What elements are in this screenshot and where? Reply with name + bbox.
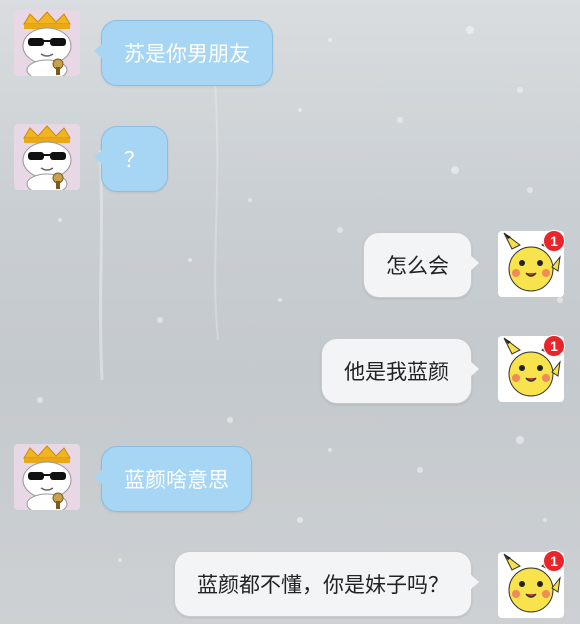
message-text: ？ xyxy=(124,148,145,172)
message-row: 苏是你男朋友 xyxy=(0,0,580,90)
contact-avatar[interactable] xyxy=(14,444,80,510)
unread-badge: 1 xyxy=(543,230,565,252)
message-text: 蓝颜啥意思 xyxy=(124,468,229,492)
message-text: 他是我蓝颜 xyxy=(344,360,449,384)
message-row: ？ xyxy=(0,100,580,195)
rain-window-background xyxy=(37,26,563,562)
incoming-message-bubble[interactable]: ？ xyxy=(94,126,168,192)
message-row: 怎么会 1 xyxy=(0,225,580,305)
message-text: 蓝颜都不懂，你是妹子吗？ xyxy=(197,573,449,597)
contact-avatar[interactable] xyxy=(14,124,80,190)
unread-badge: 1 xyxy=(543,550,565,572)
message-text: 苏是你男朋友 xyxy=(124,42,250,66)
outgoing-message-bubble[interactable]: 他是我蓝颜 xyxy=(321,338,479,404)
unread-badge: 1 xyxy=(543,335,565,357)
incoming-message-bubble[interactable]: 蓝颜啥意思 xyxy=(94,446,252,512)
message-row: 他是我蓝颜 1 xyxy=(0,330,580,410)
outgoing-message-bubble[interactable]: 怎么会 xyxy=(363,232,479,298)
contact-avatar[interactable] xyxy=(14,10,80,76)
incoming-message-bubble[interactable]: 苏是你男朋友 xyxy=(94,20,273,86)
message-text: 怎么会 xyxy=(386,254,449,278)
message-row: 蓝颜啥意思 xyxy=(0,420,580,520)
outgoing-message-bubble[interactable]: 蓝颜都不懂，你是妹子吗？ xyxy=(174,551,479,617)
message-row: 蓝颜都不懂，你是妹子吗？ 1 xyxy=(0,540,580,624)
